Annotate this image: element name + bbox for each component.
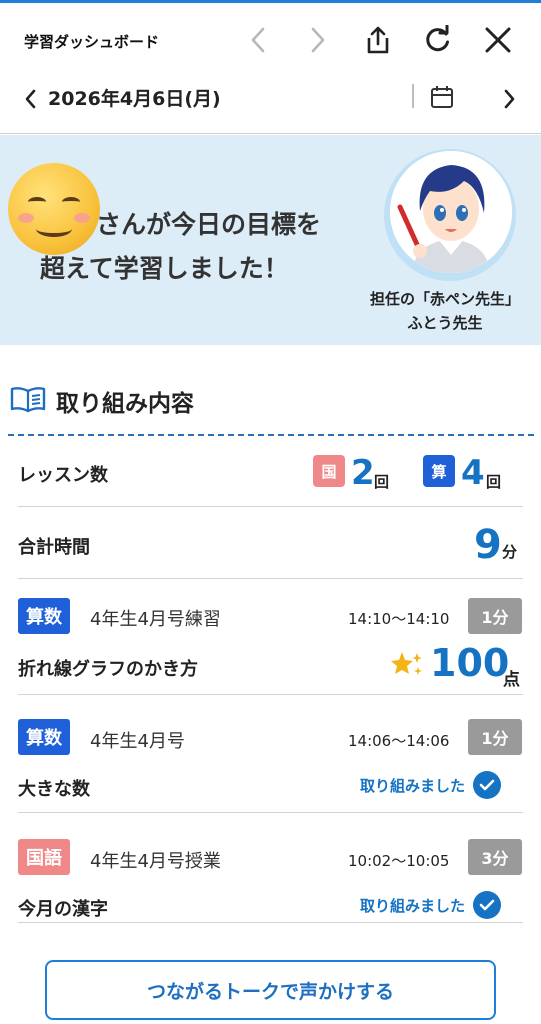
teacher-name: ふとう先生 <box>407 314 483 332</box>
subject-badge: 算数 <box>18 598 70 634</box>
date-bar: 2026年4月6日(月) <box>0 76 541 134</box>
divider <box>412 84 414 108</box>
lesson-name: 4年生4月号 <box>90 731 185 752</box>
score-unit: 点 <box>503 670 520 690</box>
total-time-value: 9 <box>474 522 502 568</box>
subject-badge: 算数 <box>18 719 70 755</box>
section-header: 取り組み内容 <box>10 384 194 418</box>
talk-button[interactable]: つながるトークで声かけする <box>45 960 496 1020</box>
lesson-duration: 3分 <box>468 839 522 875</box>
math-badge: 算 <box>423 455 455 487</box>
math-count-unit: 回 <box>486 473 502 491</box>
lesson-topic: 今月の漢字 <box>18 899 108 920</box>
teacher-caption: 担任の「赤ペン先生」 ふとう先生 <box>350 287 540 335</box>
forward-icon[interactable] <box>300 23 334 57</box>
lesson-time: 14:10〜14:10 <box>348 610 450 628</box>
lesson-time: 10:02〜10:05 <box>348 852 450 870</box>
lesson-name: 4年生4月号練習 <box>90 609 221 630</box>
lesson-item[interactable]: 算数 4年生4月号 14:06〜14:06 1分 大きな数 取り組みました <box>18 695 523 813</box>
total-time-unit: 分 <box>502 543 518 561</box>
share-icon[interactable] <box>361 23 395 57</box>
calendar-icon[interactable] <box>426 80 458 114</box>
achievement-line-2: 超えて学習しました！ <box>40 254 289 283</box>
japanese-count: 2 <box>351 453 375 493</box>
section-title: 取り組み内容 <box>56 391 194 417</box>
completed-status: 取り組みました <box>360 771 502 799</box>
teacher-title: 担任の「赤ペン先生」 <box>369 290 520 308</box>
achievement-banner: さんが今日の目標を 超えて学習しました！ 担任の「赤ペン先生」 ふとう先生 <box>0 135 541 345</box>
completed-label: 取り組みました <box>360 776 466 795</box>
previous-day-icon[interactable] <box>18 82 44 116</box>
subject-badge: 国語 <box>18 839 70 875</box>
app-header: 学習ダッシュボード <box>0 0 541 76</box>
teacher-avatar <box>384 149 516 281</box>
achievement-message: さんが今日の目標を 超えて学習しました！ <box>40 203 370 291</box>
close-icon[interactable] <box>481 23 515 57</box>
next-day-icon[interactable] <box>496 82 522 116</box>
math-count: 4 <box>461 453 485 493</box>
completed-label: 取り組みました <box>360 896 466 915</box>
lesson-item[interactable]: 算数 4年生4月号練習 14:10〜14:10 1分 折れ線グラフのかき方 10… <box>18 579 523 695</box>
lesson-duration: 1分 <box>468 598 522 634</box>
lesson-count-label: レッスン数 <box>18 465 108 486</box>
lesson-name: 4年生4月号授業 <box>90 851 221 872</box>
lesson-count-row: レッスン数 国 2 回 算 4 回 <box>18 437 523 507</box>
achievement-line-1: さんが今日の目標を <box>96 210 322 239</box>
dashed-divider <box>8 434 534 436</box>
total-time-label: 合計時間 <box>18 537 90 558</box>
lesson-duration: 1分 <box>468 719 522 755</box>
lesson-score: 100 <box>430 641 510 685</box>
check-circle-icon <box>473 771 502 799</box>
completed-status: 取り組みました <box>360 891 502 919</box>
reload-icon[interactable] <box>421 23 455 57</box>
book-icon <box>10 385 46 417</box>
japanese-badge: 国 <box>313 455 345 487</box>
japanese-count-unit: 回 <box>374 473 390 491</box>
check-circle-icon <box>473 891 502 919</box>
total-time-row: 合計時間 9 分 <box>18 507 523 579</box>
sparkle-star-icon <box>390 649 424 683</box>
lesson-time: 14:06〜14:06 <box>348 732 450 750</box>
app-title: 学習ダッシュボード <box>24 33 160 51</box>
lesson-item[interactable]: 国語 4年生4月号授業 10:02〜10:05 3分 今月の漢字 取り組みました <box>18 813 523 923</box>
back-icon[interactable] <box>242 23 276 57</box>
lesson-topic: 折れ線グラフのかき方 <box>18 659 198 680</box>
current-date: 2026年4月6日(月) <box>48 88 221 110</box>
lesson-topic: 大きな数 <box>18 779 90 800</box>
